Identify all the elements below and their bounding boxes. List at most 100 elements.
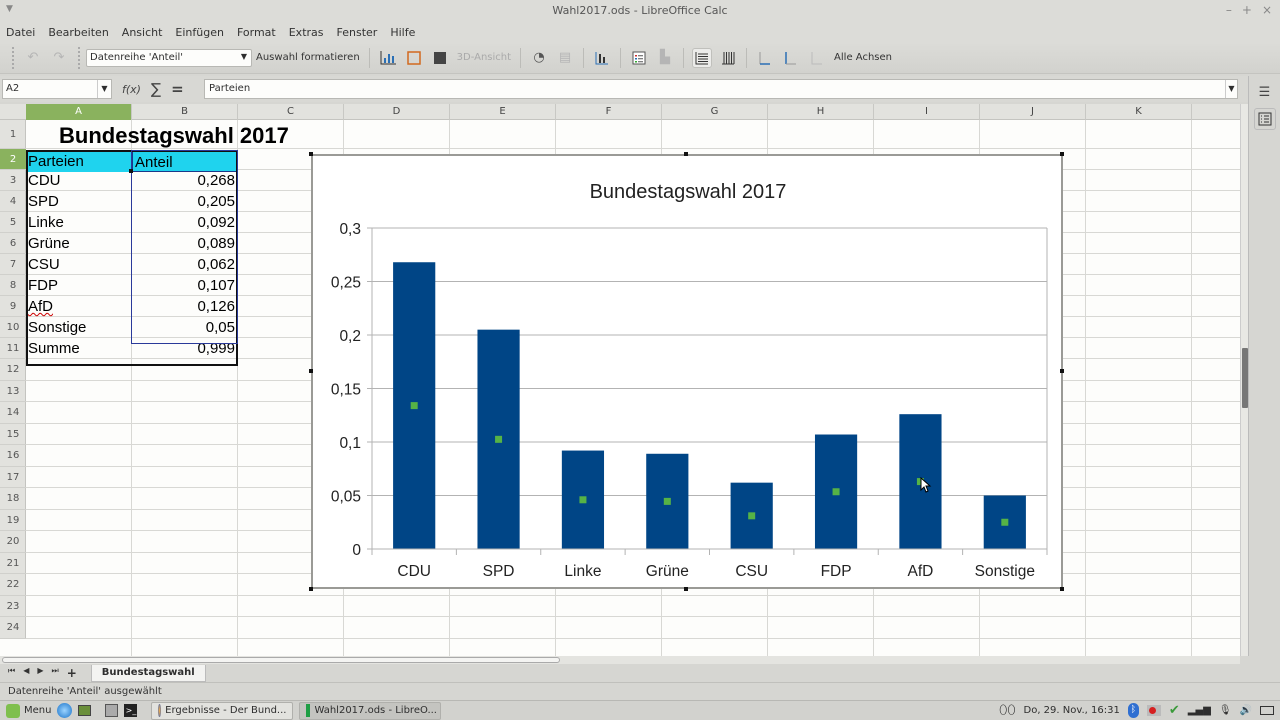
menu-hilfe[interactable]: Hilfe (390, 26, 415, 39)
menu-bearbeiten[interactable]: Bearbeiten (48, 26, 108, 39)
cell-share[interactable]: 0,205 (132, 191, 237, 212)
row-header-7[interactable]: 7 (0, 254, 26, 275)
row-header-23[interactable]: 23 (0, 596, 26, 617)
chart-wall-icon[interactable]: ◔ (529, 48, 549, 68)
row-header-6[interactable]: 6 (0, 233, 26, 254)
column-header-j[interactable]: J (980, 104, 1086, 120)
undo-icon[interactable]: ↶ (23, 48, 43, 68)
last-sheet-icon[interactable]: ⏭ (52, 666, 59, 680)
sheet-tab-bundestagswahl[interactable]: Bundestagswahl (90, 664, 206, 682)
cell-total-value[interactable]: 0,999 (132, 338, 237, 359)
legend-position-icon[interactable]: ▙ (655, 48, 675, 68)
vertical-scroll-thumb[interactable] (1242, 348, 1248, 408)
cell-share[interactable]: 0,089 (132, 233, 237, 254)
row-header-17[interactable]: 17 (0, 467, 26, 488)
cell-party[interactable]: CDU (26, 170, 132, 191)
menu-format[interactable]: Format (237, 26, 276, 39)
chart-handle-br[interactable] (1060, 587, 1064, 591)
first-sheet-icon[interactable]: ⏮ (8, 666, 15, 680)
column-header-d[interactable]: D (344, 104, 450, 120)
column-header-c[interactable]: C (238, 104, 344, 120)
cell-share[interactable]: 0,126 (132, 296, 237, 317)
cell-party[interactable]: FDP (26, 275, 132, 296)
chart-handle-tl[interactable] (309, 152, 313, 156)
next-sheet-icon[interactable]: ▶ (37, 666, 43, 680)
formula-input[interactable]: Parteien ▼ (204, 79, 1238, 99)
bar-chart[interactable]: Bundestagswahl 2017 0 0,05 0,1 0,15 0,2 0,25 0,… (313, 156, 1061, 587)
cell-title[interactable]: Bundestagswahl 2017 (57, 123, 291, 149)
close-button[interactable]: × (1262, 3, 1272, 17)
desktop-icon[interactable] (78, 705, 92, 716)
all-axes-button[interactable]: Alle Achsen (834, 52, 892, 63)
row-header-24[interactable]: 24 (0, 617, 26, 639)
row-header-13[interactable]: 13 (0, 381, 26, 402)
cell-party[interactable]: SPD (26, 191, 132, 212)
row-header-18[interactable]: 18 (0, 488, 26, 510)
toolbar-grip[interactable] (78, 46, 80, 69)
chart-handle-bm[interactable] (684, 587, 688, 591)
redo-icon[interactable]: ↷ (49, 48, 69, 68)
security-shield-icon[interactable]: ✔ (1169, 703, 1180, 718)
3d-view-button[interactable]: 3D-Ansicht (457, 52, 511, 63)
menu-datei[interactable]: Datei (6, 26, 35, 39)
format-selection-button[interactable]: Auswahl formatieren (256, 52, 360, 63)
row-header-19[interactable]: 19 (0, 510, 26, 531)
data-ranges-icon[interactable] (592, 48, 612, 68)
cell-share[interactable]: 0,062 (132, 254, 237, 275)
cell-share[interactable]: 0,107 (132, 275, 237, 296)
menu-fenster[interactable]: Fenster (337, 26, 378, 39)
formula-icon[interactable]: = (171, 80, 184, 98)
minimize-button[interactable]: – (1226, 3, 1232, 17)
row-header-14[interactable]: 14 (0, 402, 26, 424)
row-header-10[interactable]: 10 (0, 317, 26, 338)
terminal-icon[interactable]: >_ (124, 704, 138, 717)
expand-formula-icon[interactable]: ▼ (1225, 80, 1237, 98)
chart-handle-tm[interactable] (684, 152, 688, 156)
horizontal-scroll-thumb[interactable] (2, 657, 560, 663)
horizontal-scrollbar[interactable] (0, 656, 1240, 664)
row-header-8[interactable]: 8 (0, 275, 26, 296)
column-header-a[interactable]: A (26, 104, 132, 120)
row-header-15[interactable]: 15 (0, 424, 26, 445)
row-header-4[interactable]: 4 (0, 191, 26, 212)
x-axis-icon[interactable] (755, 48, 775, 68)
chart-handle-ml[interactable] (309, 369, 313, 373)
menu-ansicht[interactable]: Ansicht (122, 26, 163, 39)
column-header-e[interactable]: E (450, 104, 556, 120)
cell-header-anteil[interactable]: Anteil (132, 151, 237, 172)
clock[interactable]: Do, 29. Nov., 16:31 (1024, 705, 1120, 716)
start-menu-button[interactable]: Menu (6, 703, 51, 718)
chart-area-icon[interactable] (430, 48, 450, 68)
row-header-1[interactable]: 1 (0, 120, 26, 149)
eyes-icon[interactable]: ⬯⬯ (999, 703, 1015, 718)
column-header-f[interactable]: F (556, 104, 662, 120)
cell-total-label[interactable]: Summe (26, 338, 82, 359)
cell-header-parteien[interactable]: Parteien (26, 151, 132, 172)
horizontal-grid-icon[interactable] (692, 47, 713, 68)
legend-toggle-icon[interactable] (629, 48, 649, 68)
battery-icon[interactable] (1260, 706, 1274, 715)
row-header-12[interactable]: 12 (0, 359, 26, 381)
recorder-icon[interactable] (1146, 705, 1161, 716)
chart-handle-mr[interactable] (1060, 369, 1064, 373)
volume-icon[interactable]: 🔊 (1240, 705, 1252, 716)
sidebar-menu-icon[interactable]: ☰ (1255, 82, 1275, 102)
row-header-16[interactable]: 16 (0, 445, 26, 467)
microphone-icon[interactable]: 🎙 (1219, 705, 1232, 716)
row-header-2[interactable]: 2 (0, 149, 26, 170)
maximize-button[interactable]: + (1242, 3, 1252, 17)
cell-party[interactable]: CSU (26, 254, 132, 275)
vertical-scrollbar[interactable] (1240, 104, 1248, 656)
cell-share[interactable]: 0,092 (132, 212, 237, 233)
cell-share[interactable]: 0,05 (132, 317, 237, 338)
column-header-g[interactable]: G (662, 104, 768, 120)
cell-party[interactable]: Sonstige (26, 317, 132, 338)
z-axis-icon[interactable] (807, 48, 827, 68)
row-header-9[interactable]: 9 (0, 296, 26, 317)
column-header-b[interactable]: B (132, 104, 238, 120)
network-signal-icon[interactable]: ▂▄▆ (1188, 705, 1211, 716)
add-sheet-icon[interactable]: + (67, 666, 77, 680)
column-header-k[interactable]: K (1086, 104, 1192, 120)
bluetooth-icon[interactable]: ᛒ (1127, 703, 1139, 718)
sum-icon[interactable]: ∑ (151, 80, 161, 98)
